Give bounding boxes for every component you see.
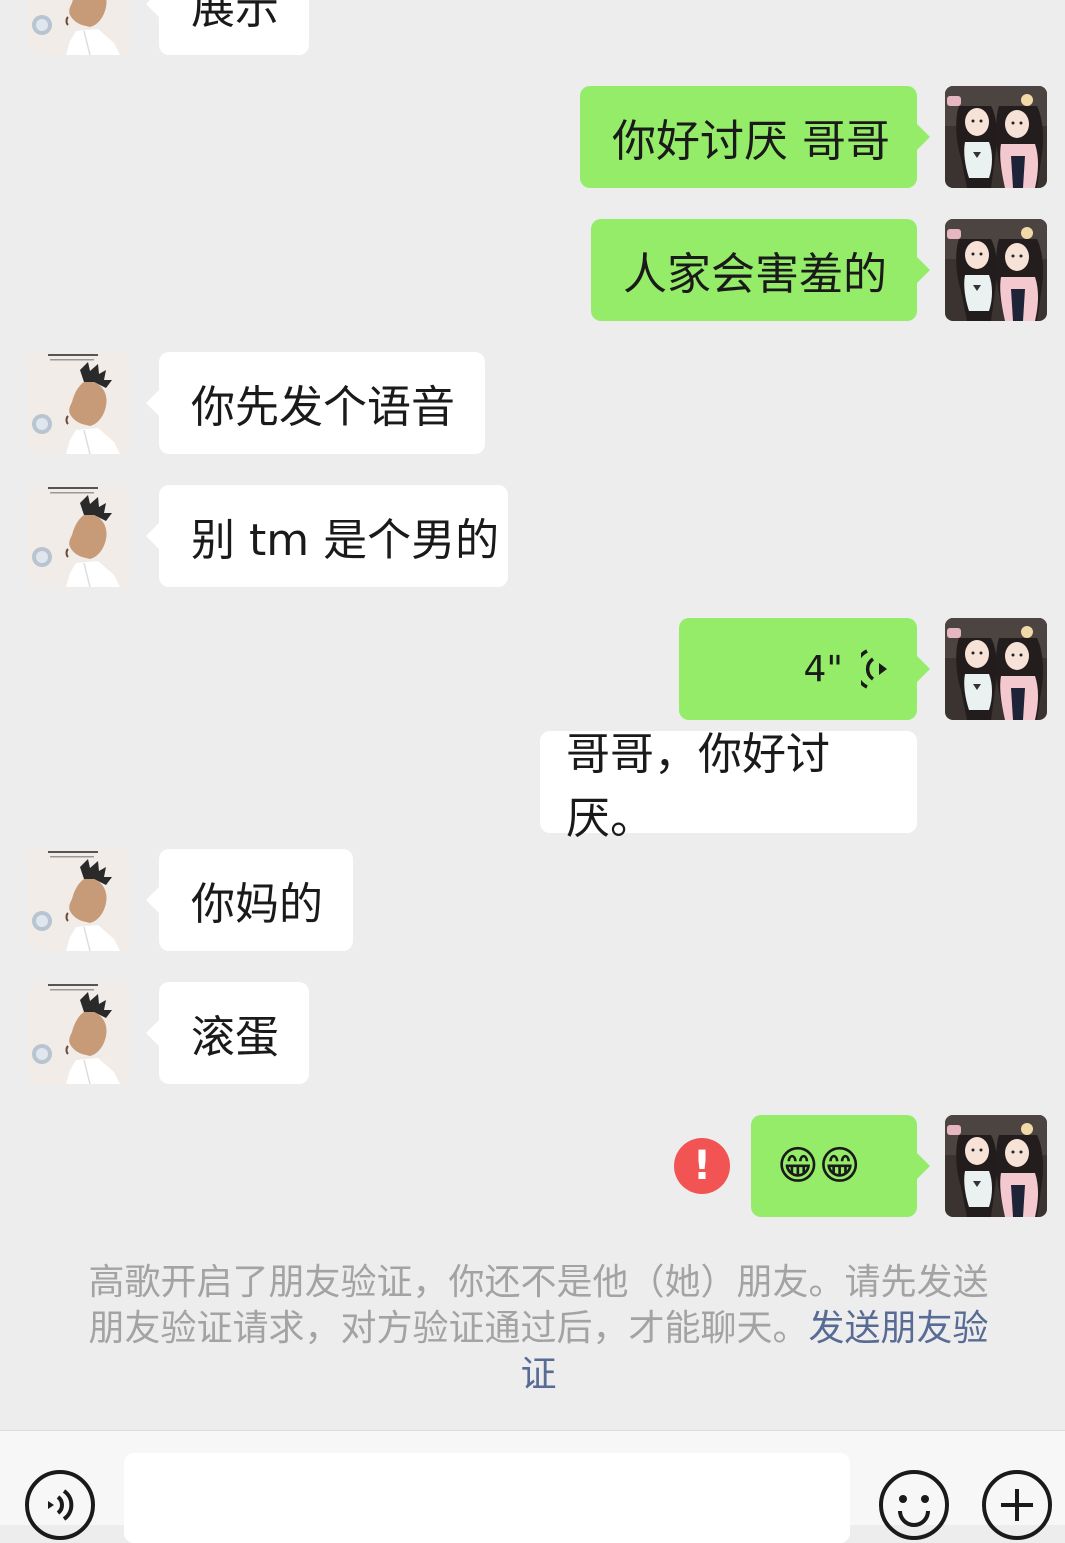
plus-icon[interactable] (981, 1469, 1053, 1541)
message-text: 别 tm 是个男的 (191, 515, 500, 566)
message-bubble[interactable]: 人家会害羞的 (591, 219, 930, 321)
voice-duration: 4" (803, 648, 843, 690)
message-text: 滚蛋 (191, 1012, 279, 1063)
my-avatar[interactable] (945, 219, 1047, 321)
contact-avatar[interactable] (28, 849, 130, 951)
message-bubble[interactable]: 滚蛋 (146, 982, 309, 1084)
emoji-text: 😁😁 (777, 1143, 861, 1189)
contact-avatar[interactable] (28, 485, 130, 587)
message-text: 展示 (191, 0, 279, 34)
contact-avatar[interactable] (28, 0, 130, 55)
voice-message-bubble[interactable]: 4" (679, 618, 930, 720)
voice-transcript[interactable]: 哥哥，你好讨厌。 (540, 729, 917, 844)
contact-avatar[interactable] (28, 982, 130, 1084)
system-notice: 高歌开启了朋友验证，你还不是他（她）朋友。请先发送朋友验证请求，对方验证通过后，… (86, 1260, 991, 1398)
message-text: 你妈的 (191, 879, 323, 930)
input-toolbar (0, 1430, 1065, 1543)
emoji-icon[interactable] (878, 1469, 950, 1541)
message-text: 你好讨厌 哥哥 (612, 116, 890, 167)
message-text: 人家会害羞的 (623, 249, 887, 300)
voice-icon[interactable] (24, 1469, 96, 1541)
message-bubble[interactable]: 你先发个语音 (146, 352, 485, 454)
my-avatar[interactable] (945, 86, 1047, 188)
message-bubble[interactable]: 你妈的 (146, 849, 353, 951)
message-bubble[interactable]: 别 tm 是个男的 (146, 485, 508, 587)
message-bubble[interactable]: 你好讨厌 哥哥 (580, 86, 930, 188)
voice-wave-icon (861, 649, 887, 689)
my-avatar[interactable] (945, 618, 1047, 720)
message-bubble[interactable]: 😁😁 (751, 1115, 930, 1217)
my-avatar[interactable] (945, 1115, 1047, 1217)
contact-avatar[interactable] (28, 352, 130, 454)
message-text: 你先发个语音 (191, 382, 455, 433)
send-failed-icon[interactable]: ! (674, 1138, 730, 1194)
message-bubble[interactable]: 展示 (146, 0, 309, 55)
message-input[interactable] (124, 1453, 850, 1543)
